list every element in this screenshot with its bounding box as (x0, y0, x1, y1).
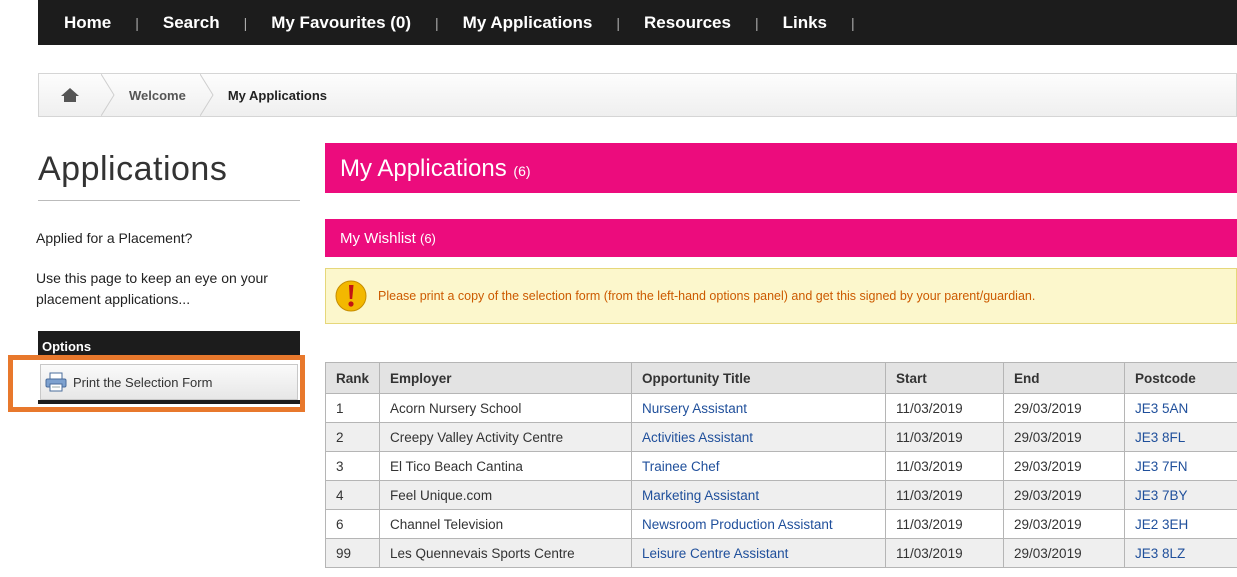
my-wishlist-title: My Wishlist (340, 230, 416, 247)
table-row: 99 Les Quennevais Sports Centre Leisure … (324, 538, 1237, 568)
nav-separator: | (754, 14, 759, 31)
table-row: 4 Feel Unique.com Marketing Assistant 11… (324, 480, 1237, 510)
my-applications-header[interactable]: My Applications (6) (325, 143, 1237, 193)
breadcrumb: Welcome My Applications (38, 73, 1237, 117)
cell-rank: 2 (324, 422, 381, 452)
options-header: Options (38, 331, 300, 356)
cell-start: 11/03/2019 (885, 480, 1005, 510)
my-wishlist-header[interactable]: My Wishlist (6) (325, 219, 1237, 257)
cell-employer: Creepy Valley Activity Centre (379, 422, 633, 452)
cell-opportunity-link[interactable]: Nursery Assistant (631, 393, 887, 423)
cell-employer: El Tico Beach Cantina (379, 451, 633, 481)
cell-employer: Acorn Nursery School (379, 393, 633, 423)
nav-separator: | (243, 14, 248, 31)
home-icon (61, 88, 79, 102)
nav-my-favourites[interactable]: My Favourites (0) (271, 13, 411, 33)
nav-separator: | (435, 14, 439, 31)
page-title: Applications (38, 150, 228, 188)
my-wishlist-count: (6) (420, 231, 436, 246)
breadcrumb-my-applications: My Applications (227, 87, 328, 103)
table-row: 1 Acorn Nursery School Nursery Assistant… (324, 393, 1237, 423)
sidebar: Applications Applied for a Placement? Us… (36, 150, 300, 310)
cell-postcode-link[interactable]: JE3 7FN (1124, 451, 1237, 481)
cell-postcode-link[interactable]: JE3 8LZ (1124, 538, 1237, 568)
nav-resources[interactable]: Resources (644, 13, 731, 33)
nav-my-applications[interactable]: My Applications (463, 13, 593, 33)
nav-home[interactable]: Home (64, 13, 111, 33)
my-applications-title: My Applications (340, 155, 507, 182)
table-header-row: Rank Employer Opportunity Title Start En… (324, 362, 1237, 394)
column-header-rank[interactable]: Rank (324, 362, 381, 394)
cell-rank: 6 (324, 509, 381, 539)
cell-employer: Les Quennevais Sports Centre (379, 538, 633, 568)
warning-icon (335, 280, 367, 312)
breadcrumb-home[interactable] (39, 74, 101, 116)
cell-rank: 3 (324, 451, 381, 481)
column-header-employer[interactable]: Employer (379, 362, 633, 394)
cell-end: 29/03/2019 (1003, 451, 1126, 481)
breadcrumb-separator (101, 74, 115, 116)
cell-opportunity-link[interactable]: Newsroom Production Assistant (631, 509, 887, 539)
cell-postcode-link[interactable]: JE2 3EH (1124, 509, 1237, 539)
nav-separator: | (851, 14, 855, 31)
column-header-opportunity-title[interactable]: Opportunity Title (631, 362, 887, 394)
breadcrumb-welcome[interactable]: Welcome (115, 88, 200, 103)
table-row: 6 Channel Television Newsroom Production… (324, 509, 1237, 539)
column-header-end[interactable]: End (1003, 362, 1126, 394)
cell-opportunity-link[interactable]: Leisure Centre Assistant (631, 538, 887, 568)
cell-rank: 1 (324, 393, 381, 423)
cell-rank: 4 (324, 480, 381, 510)
top-navigation: Home | Search | My Favourites (0) | My A… (38, 0, 1237, 45)
cell-postcode-link[interactable]: JE3 8FL (1124, 422, 1237, 452)
cell-postcode-link[interactable]: JE3 5AN (1124, 393, 1237, 423)
cell-end: 29/03/2019 (1003, 422, 1126, 452)
nav-separator: | (135, 14, 139, 31)
cell-start: 11/03/2019 (885, 393, 1005, 423)
column-header-start[interactable]: Start (885, 362, 1005, 394)
cell-opportunity-link[interactable]: Trainee Chef (631, 451, 887, 481)
breadcrumb-separator (199, 74, 214, 116)
cell-start: 11/03/2019 (885, 422, 1005, 452)
sidebar-description: Use this page to keep an eye on your pla… (36, 270, 268, 307)
cell-end: 29/03/2019 (1003, 480, 1126, 510)
cell-end: 29/03/2019 (1003, 393, 1126, 423)
cell-rank: 99 (324, 538, 381, 568)
my-applications-count: (6) (513, 163, 531, 179)
nav-search[interactable]: Search (163, 13, 220, 33)
sidebar-question: Applied for a Placement? (36, 230, 193, 246)
notice-banner: Please print a copy of the selection for… (325, 268, 1237, 324)
nav-links[interactable]: Links (783, 13, 827, 33)
table-row: 3 El Tico Beach Cantina Trainee Chef 11/… (324, 451, 1237, 481)
cell-end: 29/03/2019 (1003, 538, 1126, 568)
applications-table: Rank Employer Opportunity Title Start En… (324, 362, 1237, 568)
cell-end: 29/03/2019 (1003, 509, 1126, 539)
cell-start: 11/03/2019 (885, 451, 1005, 481)
notice-text: Please print a copy of the selection for… (378, 289, 1036, 303)
cell-employer: Channel Television (379, 509, 633, 539)
cell-start: 11/03/2019 (885, 538, 1005, 568)
cell-employer: Feel Unique.com (379, 480, 633, 510)
cell-opportunity-link[interactable]: Marketing Assistant (631, 480, 887, 510)
divider (38, 200, 300, 201)
table-row: 2 Creepy Valley Activity Centre Activiti… (324, 422, 1237, 452)
column-header-postcode[interactable]: Postcode (1124, 362, 1237, 394)
highlight-box (8, 355, 305, 412)
cell-postcode-link[interactable]: JE3 7BY (1124, 480, 1237, 510)
nav-separator: | (616, 14, 621, 31)
cell-opportunity-link[interactable]: Activities Assistant (631, 422, 887, 452)
cell-start: 11/03/2019 (885, 509, 1005, 539)
